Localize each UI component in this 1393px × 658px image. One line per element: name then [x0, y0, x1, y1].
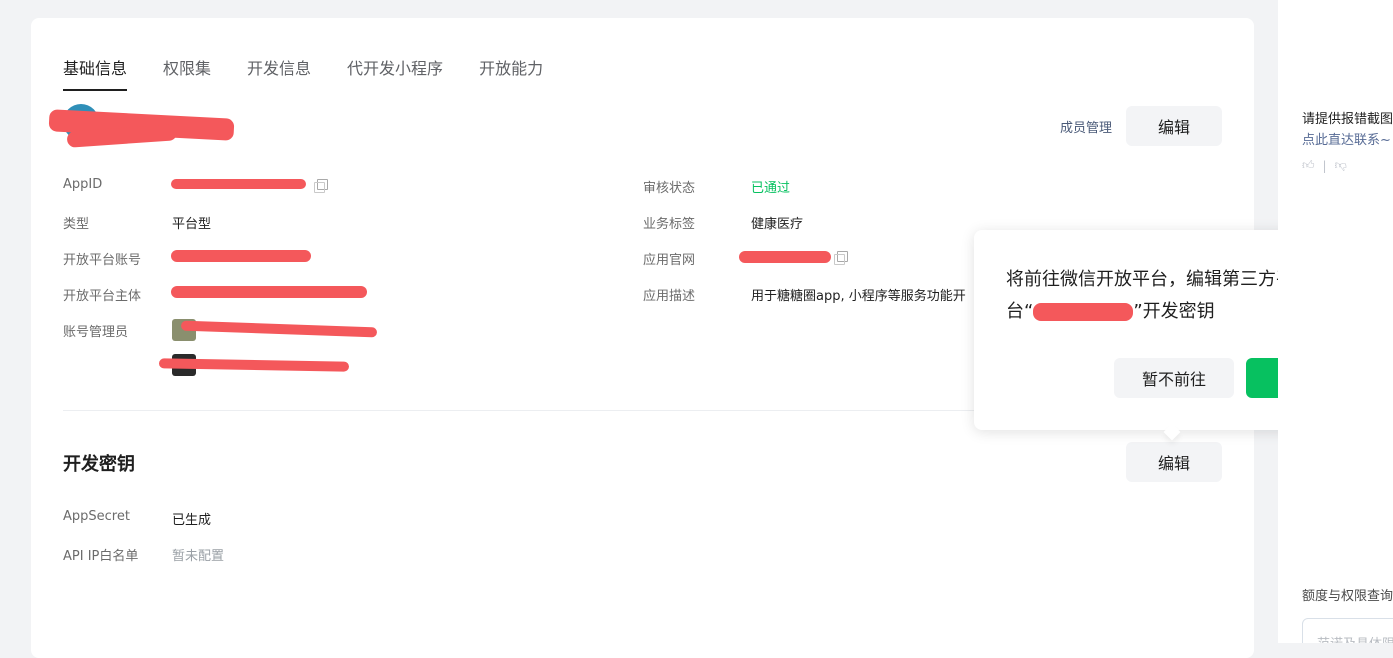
edit-dev-key-button[interactable]: 编辑	[1126, 442, 1222, 482]
redacted-website	[739, 251, 831, 263]
type-label: 类型	[63, 217, 90, 232]
feedback-icons: 👍︎ | 👎︎	[1302, 158, 1347, 173]
contact-link[interactable]: 点此直达联系~	[1302, 129, 1391, 148]
edit-basic-button[interactable]: 编辑	[1126, 106, 1222, 146]
redacted-open-platform-account	[171, 250, 311, 262]
account-admin-label: 账号管理员	[63, 325, 129, 340]
copy-icon[interactable]	[314, 179, 328, 193]
business-tag-value: 健康医疗	[751, 217, 804, 232]
member-management-link[interactable]: 成员管理	[1060, 117, 1112, 136]
redacted-admin-1	[180, 320, 378, 338]
thumbs-up-icon[interactable]: 👍︎	[1302, 158, 1315, 173]
dev-key-title: 开发密钥	[63, 454, 135, 475]
cancel-button[interactable]: 暂不前往	[1114, 358, 1234, 398]
right-sidebar: 请提供报错截图 点此直达联系~ 👍︎ | 👎︎ 额度与权限查询 范诺及具体限	[1278, 0, 1393, 643]
description-value: 用于糖糖圈app, 小程序等服务功能开	[751, 289, 966, 304]
sidebar-input[interactable]: 范诺及具体限	[1302, 618, 1393, 643]
appsecret-label: AppSecret	[63, 509, 130, 524]
copy-icon[interactable]	[834, 251, 848, 265]
popover-line2-prefix: 台“	[1006, 301, 1034, 322]
tab-permissions[interactable]: 权限集	[163, 55, 211, 91]
redacted-appid	[171, 179, 306, 189]
ip-whitelist-label: API IP白名单	[63, 549, 139, 564]
review-status-value: 已通过	[751, 181, 791, 196]
type-value: 平台型	[172, 217, 212, 232]
popover-line2-suffix: ”开发密钥	[1133, 301, 1215, 322]
feedback-separator: |	[1322, 158, 1327, 173]
tab-agent-miniprogram[interactable]: 代开发小程序	[347, 55, 443, 91]
appsecret-value: 已生成	[172, 513, 212, 528]
open-platform-account-label: 开放平台账号	[63, 253, 142, 268]
sidebar-input-placeholder: 范诺及具体限	[1317, 633, 1393, 643]
redacted-platform-name	[1033, 303, 1134, 321]
tab-bar: 基础信息 权限集 开发信息 代开发小程序 开放能力	[63, 55, 579, 91]
description-label: 应用描述	[643, 289, 696, 304]
website-label: 应用官网	[643, 253, 696, 268]
review-status-label: 审核状态	[643, 181, 696, 196]
business-tag-label: 业务标签	[643, 217, 696, 232]
sidebar-prompt: 请提供报错截图	[1302, 112, 1393, 127]
appid-label: AppID	[63, 177, 103, 192]
popover-line1: 将前往微信开放平台，编辑第三方平	[1006, 269, 1294, 290]
open-platform-entity-label: 开放平台主体	[63, 289, 142, 304]
thumbs-down-icon[interactable]: 👎︎	[1335, 158, 1347, 173]
ip-whitelist-value: 暂未配置	[172, 549, 225, 564]
redacted-open-platform-entity	[171, 286, 367, 298]
tab-open-capabilities[interactable]: 开放能力	[479, 55, 543, 91]
tab-dev-info[interactable]: 开发信息	[247, 55, 311, 91]
account-header	[48, 104, 235, 150]
tab-basic-info[interactable]: 基础信息	[63, 55, 128, 91]
sidebar-bottom-title: 额度与权限查询	[1302, 589, 1393, 604]
